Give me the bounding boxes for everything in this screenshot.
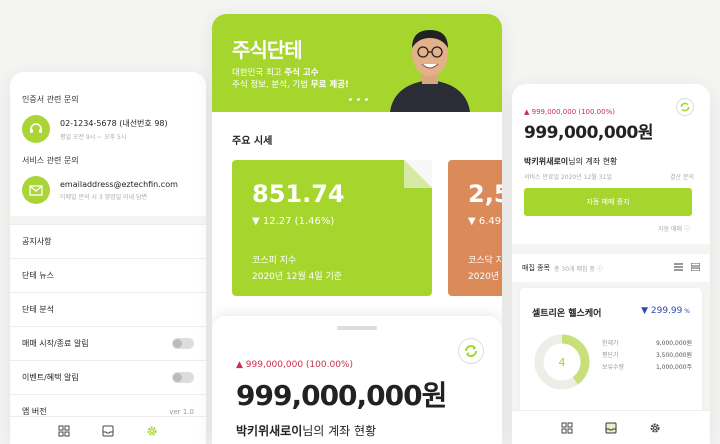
stock-row-qty: 보유수량 1,000,000주 xyxy=(602,364,692,371)
email-note: 이메일 문의 시 3 영업일 이내 답변 xyxy=(60,193,148,201)
holdings-title: 매집 종목 xyxy=(522,264,550,272)
market-section: 주요 시세 851.74 ▼ 12.27 (1.46%) 코스피 지수 2020… xyxy=(212,112,502,332)
donut-count: 4 xyxy=(559,356,566,369)
inbox-icon[interactable] xyxy=(101,424,115,438)
service-expiry: 서비스 만료일 2020년 12월 31일 xyxy=(524,174,612,181)
sheet-handle[interactable] xyxy=(337,326,377,330)
kospi-value: 851.74 xyxy=(252,180,345,208)
grid-icon[interactable] xyxy=(560,421,574,435)
email-contact[interactable]: emailaddress@eztechfin.com 이메일 문의 시 3 영업… xyxy=(10,170,206,210)
phone-contact[interactable]: 02-1234-5678 (내선번호 98) 평일 오전 9시 ~ 오후 5시 xyxy=(10,109,206,149)
holding-donut: 4 xyxy=(534,334,590,390)
settlement-link[interactable]: 결산 문의 xyxy=(670,172,694,181)
holdings-count: 총 30개 매집 중 ⓘ xyxy=(554,265,603,273)
headset-icon xyxy=(22,115,50,143)
auto-trade-info[interactable]: 자동 매매 ⓘ xyxy=(658,224,690,233)
email-address: emailaddress@eztechfin.com xyxy=(60,179,178,189)
menu-analysis[interactable]: 단테 분석 xyxy=(10,292,206,326)
inbox-icon[interactable] xyxy=(604,421,618,435)
promo-banner[interactable]: 주식단테 대한민국 최고 주식 고수 주식 정보, 분석, 기법 무료 제공! xyxy=(212,14,502,112)
presenter-photo xyxy=(390,30,470,112)
kosdaq-date: 2020년 xyxy=(468,272,500,282)
profit-percent: ▲ 999,000,000 (100.00%) xyxy=(524,108,615,116)
account-balance: 999,000,000원 xyxy=(236,379,447,412)
version-text: ver 1.0 xyxy=(169,407,194,416)
account-screen: ▲ 999,000,000 (100.00%) 999,000,000원 박키위… xyxy=(512,84,710,444)
refresh-icon[interactable] xyxy=(676,98,694,116)
list-view-icon[interactable] xyxy=(674,263,683,273)
market-title: 주요 시세 xyxy=(232,136,273,147)
gear-icon[interactable] xyxy=(648,421,662,435)
carousel-dots[interactable] xyxy=(349,98,368,101)
account-summary: ▲ 999,000,000 (100.00%) 999,000,000원 박키위… xyxy=(512,84,710,244)
banner-title: 주식단테 xyxy=(232,38,303,62)
kospi-card[interactable]: 851.74 ▼ 12.27 (1.46%) 코스피 지수 2020년 12월 … xyxy=(232,160,432,296)
trade-alert-toggle[interactable] xyxy=(172,338,194,349)
stock-row-avg: 평단가 3,500,000원 xyxy=(602,352,692,359)
service-inquiry-title: 서비스 관련 문의 xyxy=(22,156,79,165)
refresh-icon xyxy=(465,345,477,357)
kospi-change: ▼ 12.27 (1.46%) xyxy=(252,216,335,227)
refresh-button[interactable] xyxy=(458,338,484,364)
account-balance: 999,000,000원 xyxy=(524,123,654,143)
profit-percent: ▲ 999,000,000 (100.00%) xyxy=(236,360,353,370)
kosdaq-card[interactable]: 2,5 ▼ 6.49 코스닥 지 2020년 xyxy=(448,160,502,296)
stop-auto-trade-button[interactable]: 자동 매매 중지 xyxy=(524,188,692,216)
phone-number: 02-1234-5678 (내선번호 98) xyxy=(60,118,168,128)
banner-line-2: 주식 정보, 분석, 기법 무료 제공! xyxy=(232,80,349,90)
account-owner: 박키위새로이님의 계좌 현황 xyxy=(524,157,618,166)
stock-name: 셀트리온 헬스케어 xyxy=(532,309,602,319)
banner-line-1: 대한민국 최고 주식 고수 xyxy=(232,68,319,78)
event-alert-toggle[interactable] xyxy=(172,372,194,383)
menu-trade-alert: 매매 시작/종료 알림 xyxy=(10,326,206,360)
holdings-header: 매집 종목 총 30개 매집 중 ⓘ xyxy=(512,254,710,282)
kosdaq-label: 코스닥 지 xyxy=(468,256,502,266)
account-owner: 박키위새로이님의 계좌 현황 xyxy=(236,424,377,438)
stock-change: ▼ 299.99 % xyxy=(641,306,690,316)
stock-details: 현재가 9,000,000원 평단가 3,500,000원 보유수량 1,000,00… xyxy=(602,338,692,374)
cert-inquiry-title: 인증서 관련 문의 xyxy=(22,95,79,104)
home-screen: 주식단테 대한민국 최고 주식 고수 주식 정보, 분석, 기법 무료 제공! … xyxy=(212,14,502,444)
kospi-date: 2020년 12월 4일 기준 xyxy=(252,272,343,282)
account-sheet: ▲ 999,000,000 (100.00%) 999,000,000원 박키위… xyxy=(212,316,502,444)
bottom-tabbar xyxy=(512,410,710,444)
kospi-label: 코스피 지수 xyxy=(252,256,297,266)
card-fold xyxy=(404,160,432,188)
kosdaq-change: ▼ 6.49 xyxy=(468,216,502,227)
stock-row-current: 현재가 9,000,000원 xyxy=(602,340,692,347)
settings-screen: 인증서 관련 문의 02-1234-5678 (내선번호 98) 평일 오전 9… xyxy=(10,72,206,444)
kosdaq-value: 2,5 xyxy=(468,180,502,208)
phone-hours: 평일 오전 9시 ~ 오후 5시 xyxy=(60,133,127,141)
gear-icon[interactable] xyxy=(145,424,159,438)
stock-card[interactable]: 셀트리온 헬스케어 ▼ 299.99 % 4 현재가 9,000,000원 평단가… xyxy=(520,288,702,418)
menu-notice[interactable]: 공지사항 xyxy=(10,224,206,258)
grid-icon[interactable] xyxy=(57,424,71,438)
card-view-icon[interactable] xyxy=(690,262,701,273)
bottom-tabbar xyxy=(10,416,206,444)
menu-event-alert: 이벤트/혜택 알림 xyxy=(10,360,206,394)
mail-icon xyxy=(22,176,50,204)
menu-news[interactable]: 단테 뉴스 xyxy=(10,258,206,292)
